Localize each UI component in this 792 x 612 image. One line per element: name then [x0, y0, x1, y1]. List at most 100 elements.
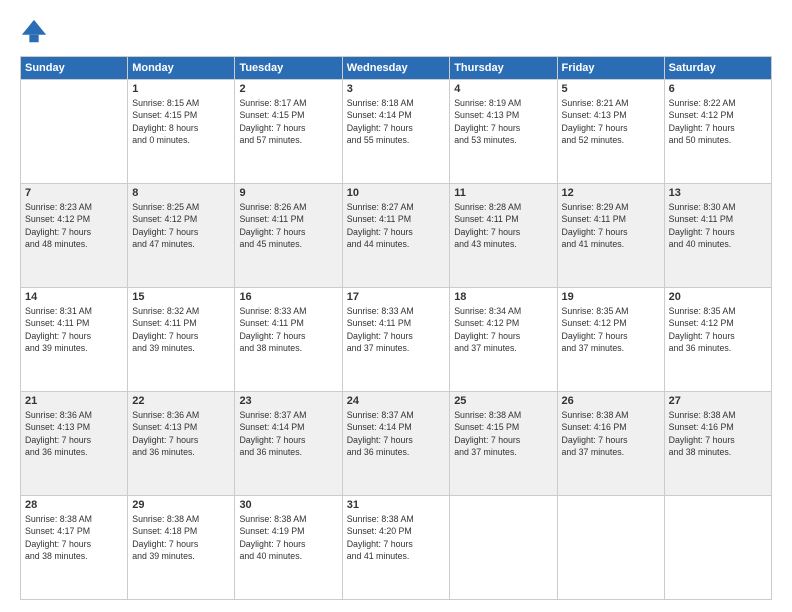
- day-info: Sunrise: 8:37 AMSunset: 4:14 PMDaylight:…: [347, 409, 445, 458]
- calendar-cell: [664, 496, 771, 600]
- day-info: Sunrise: 8:38 AMSunset: 4:16 PMDaylight:…: [669, 409, 767, 458]
- day-info: Sunrise: 8:37 AMSunset: 4:14 PMDaylight:…: [239, 409, 337, 458]
- day-number: 17: [347, 291, 445, 303]
- calendar-cell: 4 Sunrise: 8:19 AMSunset: 4:13 PMDaylight…: [450, 80, 557, 184]
- weekday-header: Monday: [128, 57, 235, 80]
- calendar-cell: 13 Sunrise: 8:30 AMSunset: 4:11 PMDayligh…: [664, 184, 771, 288]
- weekday-header: Sunday: [21, 57, 128, 80]
- day-number: 8: [132, 187, 230, 199]
- calendar-cell: 18 Sunrise: 8:34 AMSunset: 4:12 PMDayligh…: [450, 288, 557, 392]
- logo: [20, 18, 52, 46]
- day-info: Sunrise: 8:30 AMSunset: 4:11 PMDaylight:…: [669, 201, 767, 250]
- calendar-week-row: 28Sunrise: 8:38 AMSunset: 4:17 PMDayligh…: [21, 496, 772, 600]
- day-number: 28: [25, 499, 123, 511]
- calendar-cell: 24 Sunrise: 8:37 AMSunset: 4:14 PMDayligh…: [342, 392, 449, 496]
- calendar-cell: 6Sunrise: 8:22 AMSunset: 4:12 PMDaylight…: [664, 80, 771, 184]
- calendar-cell: 7 Sunrise: 8:23 AMSunset: 4:12 PMDaylight…: [21, 184, 128, 288]
- day-number: 2: [239, 83, 337, 95]
- day-number: 18: [454, 291, 552, 303]
- day-info: Sunrise: 8:21 AMSunset: 4:13 PMDaylight:…: [562, 97, 660, 146]
- calendar-week-row: 1 Sunrise: 8:15 AMSunset: 4:15 PMDaylight…: [21, 80, 772, 184]
- calendar-cell: 15 Sunrise: 8:32 AMSunset: 4:11 PMDayligh…: [128, 288, 235, 392]
- day-number: 31: [347, 499, 445, 511]
- day-number: 21: [25, 395, 123, 407]
- calendar-cell: 16 Sunrise: 8:33 AMSunset: 4:11 PMDayligh…: [235, 288, 342, 392]
- day-number: 22: [132, 395, 230, 407]
- weekday-header: Thursday: [450, 57, 557, 80]
- day-number: 29: [132, 499, 230, 511]
- day-number: 3: [347, 83, 445, 95]
- calendar-body: 1 Sunrise: 8:15 AMSunset: 4:15 PMDaylight…: [21, 80, 772, 600]
- page: SundayMondayTuesdayWednesdayThursdayFrid…: [0, 0, 792, 612]
- day-number: 16: [239, 291, 337, 303]
- weekday-row: SundayMondayTuesdayWednesdayThursdayFrid…: [21, 57, 772, 80]
- day-info: Sunrise: 8:27 AMSunset: 4:11 PMDaylight:…: [347, 201, 445, 250]
- day-info: Sunrise: 8:25 AMSunset: 4:12 PMDaylight:…: [132, 201, 230, 250]
- day-info: Sunrise: 8:38 AMSunset: 4:20 PMDaylight:…: [347, 513, 445, 562]
- calendar-cell: 20Sunrise: 8:35 AMSunset: 4:12 PMDayligh…: [664, 288, 771, 392]
- day-info: Sunrise: 8:26 AMSunset: 4:11 PMDaylight:…: [239, 201, 337, 250]
- calendar-cell: 25Sunrise: 8:38 AMSunset: 4:15 PMDayligh…: [450, 392, 557, 496]
- day-number: 24: [347, 395, 445, 407]
- day-info: Sunrise: 8:31 AMSunset: 4:11 PMDaylight:…: [25, 305, 123, 354]
- calendar-cell: 9 Sunrise: 8:26 AMSunset: 4:11 PMDaylight…: [235, 184, 342, 288]
- day-info: Sunrise: 8:17 AMSunset: 4:15 PMDaylight:…: [239, 97, 337, 146]
- calendar-week-row: 7 Sunrise: 8:23 AMSunset: 4:12 PMDaylight…: [21, 184, 772, 288]
- calendar-cell: 12 Sunrise: 8:29 AMSunset: 4:11 PMDayligh…: [557, 184, 664, 288]
- calendar-cell: 2 Sunrise: 8:17 AMSunset: 4:15 PMDaylight…: [235, 80, 342, 184]
- calendar-cell: 26Sunrise: 8:38 AMSunset: 4:16 PMDayligh…: [557, 392, 664, 496]
- day-number: 27: [669, 395, 767, 407]
- calendar-cell: 31 Sunrise: 8:38 AMSunset: 4:20 PMDayligh…: [342, 496, 449, 600]
- day-info: Sunrise: 8:18 AMSunset: 4:14 PMDaylight:…: [347, 97, 445, 146]
- day-info: Sunrise: 8:38 AMSunset: 4:18 PMDaylight:…: [132, 513, 230, 562]
- day-info: Sunrise: 8:34 AMSunset: 4:12 PMDaylight:…: [454, 305, 552, 354]
- calendar-cell: 17Sunrise: 8:33 AMSunset: 4:11 PMDayligh…: [342, 288, 449, 392]
- calendar-cell: [21, 80, 128, 184]
- weekday-header: Saturday: [664, 57, 771, 80]
- header: [20, 18, 772, 46]
- logo-icon: [20, 18, 48, 46]
- calendar-cell: 14 Sunrise: 8:31 AMSunset: 4:11 PMDayligh…: [21, 288, 128, 392]
- day-info: Sunrise: 8:33 AMSunset: 4:11 PMDaylight:…: [239, 305, 337, 354]
- day-number: 15: [132, 291, 230, 303]
- day-number: 4: [454, 83, 552, 95]
- day-number: 7: [25, 187, 123, 199]
- day-number: 13: [669, 187, 767, 199]
- calendar-cell: 22Sunrise: 8:36 AMSunset: 4:13 PMDayligh…: [128, 392, 235, 496]
- weekday-header: Friday: [557, 57, 664, 80]
- day-number: 11: [454, 187, 552, 199]
- day-info: Sunrise: 8:32 AMSunset: 4:11 PMDaylight:…: [132, 305, 230, 354]
- calendar-cell: 5Sunrise: 8:21 AMSunset: 4:13 PMDaylight…: [557, 80, 664, 184]
- calendar-cell: [450, 496, 557, 600]
- calendar-week-row: 14 Sunrise: 8:31 AMSunset: 4:11 PMDayligh…: [21, 288, 772, 392]
- day-info: Sunrise: 8:36 AMSunset: 4:13 PMDaylight:…: [25, 409, 123, 458]
- calendar-week-row: 21 Sunrise: 8:36 AMSunset: 4:13 PMDayligh…: [21, 392, 772, 496]
- weekday-header: Wednesday: [342, 57, 449, 80]
- day-info: Sunrise: 8:35 AMSunset: 4:12 PMDaylight:…: [669, 305, 767, 354]
- calendar-cell: 27 Sunrise: 8:38 AMSunset: 4:16 PMDayligh…: [664, 392, 771, 496]
- day-number: 10: [347, 187, 445, 199]
- calendar-cell: 19Sunrise: 8:35 AMSunset: 4:12 PMDayligh…: [557, 288, 664, 392]
- day-info: Sunrise: 8:15 AMSunset: 4:15 PMDaylight:…: [132, 97, 230, 146]
- calendar-cell: 30 Sunrise: 8:38 AMSunset: 4:19 PMDayligh…: [235, 496, 342, 600]
- day-info: Sunrise: 8:29 AMSunset: 4:11 PMDaylight:…: [562, 201, 660, 250]
- day-info: Sunrise: 8:38 AMSunset: 4:19 PMDaylight:…: [239, 513, 337, 562]
- day-number: 6: [669, 83, 767, 95]
- calendar-cell: 29 Sunrise: 8:38 AMSunset: 4:18 PMDayligh…: [128, 496, 235, 600]
- day-number: 9: [239, 187, 337, 199]
- calendar-cell: 1 Sunrise: 8:15 AMSunset: 4:15 PMDaylight…: [128, 80, 235, 184]
- calendar-cell: 23Sunrise: 8:37 AMSunset: 4:14 PMDayligh…: [235, 392, 342, 496]
- day-number: 12: [562, 187, 660, 199]
- calendar-cell: 10 Sunrise: 8:27 AMSunset: 4:11 PMDayligh…: [342, 184, 449, 288]
- day-info: Sunrise: 8:28 AMSunset: 4:11 PMDaylight:…: [454, 201, 552, 250]
- day-info: Sunrise: 8:19 AMSunset: 4:13 PMDaylight:…: [454, 97, 552, 146]
- day-number: 19: [562, 291, 660, 303]
- day-info: Sunrise: 8:38 AMSunset: 4:16 PMDaylight:…: [562, 409, 660, 458]
- day-number: 14: [25, 291, 123, 303]
- calendar-cell: 11 Sunrise: 8:28 AMSunset: 4:11 PMDayligh…: [450, 184, 557, 288]
- calendar-cell: [557, 496, 664, 600]
- calendar-cell: 28Sunrise: 8:38 AMSunset: 4:17 PMDayligh…: [21, 496, 128, 600]
- day-info: Sunrise: 8:23 AMSunset: 4:12 PMDaylight:…: [25, 201, 123, 250]
- day-number: 1: [132, 83, 230, 95]
- day-number: 30: [239, 499, 337, 511]
